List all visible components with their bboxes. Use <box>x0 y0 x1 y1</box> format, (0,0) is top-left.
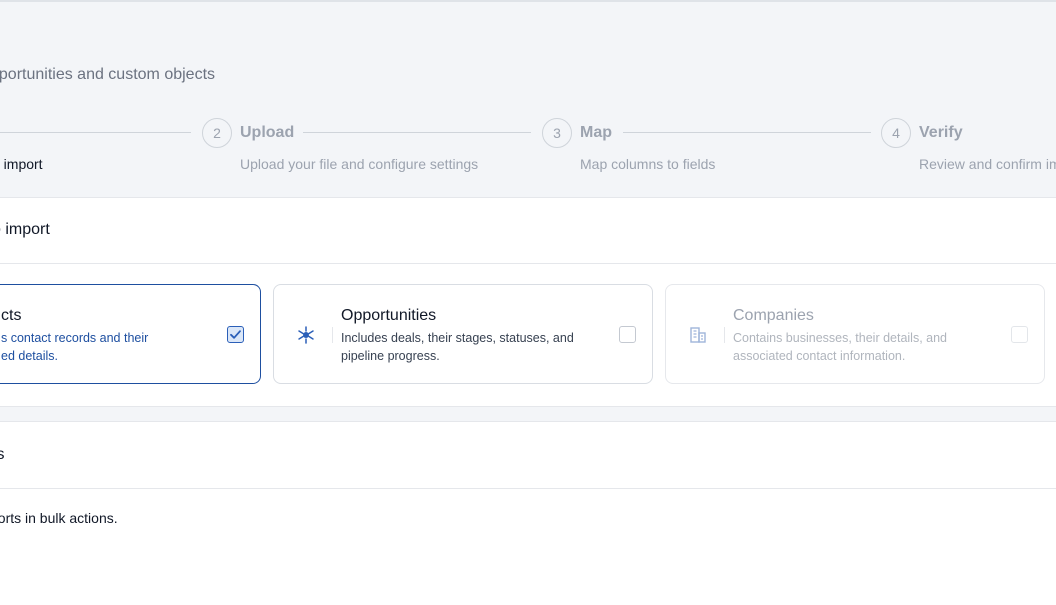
object-card-opportunities[interactable]: Opportunities Includes deals, their stag… <box>273 284 653 384</box>
section-title-select-object: o import <box>0 221 50 238</box>
step-2-title[interactable]: Upload <box>240 124 294 142</box>
step-4-description: Review and confirm im <box>919 156 1056 172</box>
opportunities-checkbox[interactable] <box>619 326 636 343</box>
options-note: ports in bulk actions. <box>0 510 118 526</box>
step-3-title[interactable]: Map <box>580 124 612 142</box>
card-title: Opportunities <box>341 307 437 324</box>
section-divider <box>0 488 1056 489</box>
step-connector <box>0 132 191 133</box>
step-2-description: Upload your file and configure settings <box>240 156 479 172</box>
step-3-description: Map columns to fields <box>580 156 716 172</box>
object-card-contacts[interactable]: cts s contact records and their ed detai… <box>0 284 261 384</box>
card-separator <box>724 327 725 343</box>
import-header: pportunities and custom objects o import… <box>0 2 1056 198</box>
card-description-line: pipeline progress. <box>341 349 440 363</box>
card-description-line: ed details. <box>1 349 58 363</box>
step-connector <box>623 132 871 133</box>
step-4-title[interactable]: Verify <box>919 124 963 142</box>
section-title-options: ts <box>0 446 5 463</box>
card-description: Includes deals, their stages, statuses, … <box>341 329 591 365</box>
card-description-line: s contact records and their <box>1 331 149 345</box>
step-connector <box>303 132 531 133</box>
companies-checkbox[interactable] <box>1011 326 1028 343</box>
page-subtitle: pportunities and custom objects <box>0 66 216 83</box>
checkmark-icon <box>230 330 241 339</box>
step-3-number[interactable]: 3 <box>542 118 572 148</box>
building-icon <box>690 327 706 343</box>
contacts-checkbox[interactable] <box>227 326 244 343</box>
card-description: s contact records and their ed details. <box>1 329 201 365</box>
section-spacer <box>0 406 1056 422</box>
card-title: cts <box>1 307 22 324</box>
card-title: Companies <box>733 307 814 324</box>
step-4-number[interactable]: 4 <box>881 118 911 148</box>
card-description: Contains businesses, their details, and … <box>733 329 983 365</box>
section-divider <box>0 263 1056 264</box>
step-2-number[interactable]: 2 <box>202 118 232 148</box>
card-description-line: Includes deals, their stages, statuses, … <box>341 331 574 345</box>
object-card-companies[interactable]: Companies Contains businesses, their det… <box>665 284 1045 384</box>
card-separator <box>332 327 333 343</box>
step-1-description: o import <box>0 156 43 172</box>
card-description-line: associated contact information. <box>733 349 906 363</box>
opportunities-icon <box>298 326 314 344</box>
card-description-line: Contains businesses, their details, and <box>733 331 948 345</box>
